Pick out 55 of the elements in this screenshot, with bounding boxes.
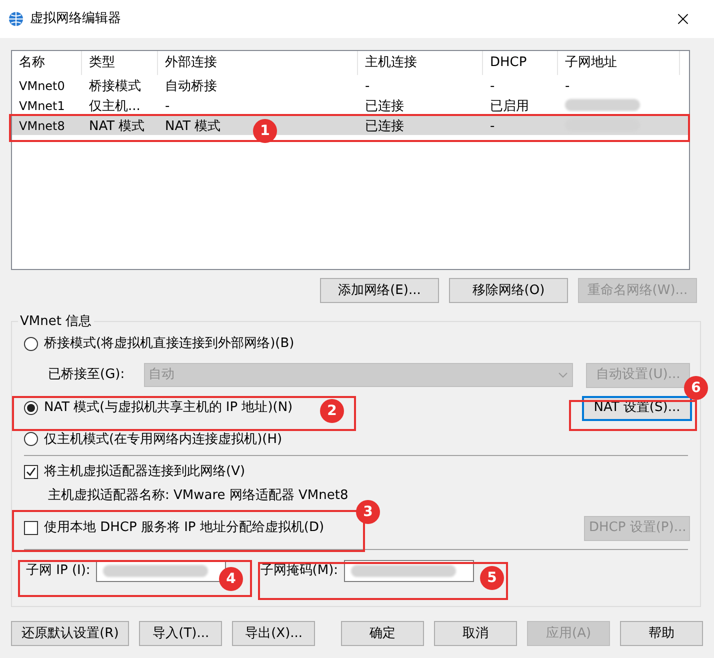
column-header[interactable]: 外部连接 (158, 51, 358, 75)
step-number: 4 (219, 567, 243, 591)
adapter-name-text: 主机虚拟适配器名称: VMware 网络适配器 VMnet8 (48, 488, 348, 502)
table-cell: 已连接 (365, 119, 404, 134)
table-cell: 仅主机... (89, 99, 140, 114)
step-number: 6 (684, 376, 708, 400)
checkbox[interactable] (24, 521, 38, 535)
table-cell: 已启用 (490, 99, 529, 114)
table-cell: - (490, 119, 495, 134)
dialog-button[interactable]: 取消 (434, 621, 518, 646)
dialog-button[interactable]: 确定 (341, 621, 424, 646)
dialog-button[interactable]: 导入(T)... (139, 621, 222, 646)
table-row[interactable]: VMnet0 桥接模式 自动桥接 - - - (12, 75, 689, 95)
table-cell: VMnet0 (19, 79, 65, 93)
table-row[interactable]: VMnet1 仅主机... - 已连接 已启用 (12, 95, 689, 115)
column-header[interactable]: 名称 (12, 51, 82, 75)
checkbox-label: 将主机虚拟适配器连接到此网络(V) (44, 463, 246, 481)
radio-button[interactable] (24, 401, 38, 415)
dialog-button[interactable]: 添加网络(E)... (320, 278, 439, 303)
table-cell: NAT 模式 (165, 119, 221, 134)
column-header[interactable]: 类型 (82, 51, 158, 75)
window-title: 虚拟网络编辑器 (30, 10, 121, 28)
bridge-label: 已桥接至(G): (48, 366, 126, 384)
step-number: 2 (320, 399, 344, 423)
table-cell: VMnet8 (19, 119, 65, 133)
table-cell: 已连接 (365, 99, 404, 114)
column-header[interactable]: DHCP (483, 51, 558, 75)
dialog-button[interactable]: 移除网络(O) (449, 278, 568, 303)
table-cell: - (365, 79, 370, 94)
chevron-down-icon (558, 372, 568, 378)
dialog-button[interactable]: 导出(X)... (232, 621, 316, 646)
table-cell: VMnet1 (19, 99, 65, 113)
table-cell: 自动桥接 (165, 79, 217, 94)
radio-button[interactable] (24, 336, 38, 351)
radio-button[interactable] (24, 432, 38, 446)
radio-label: 仅主机模式(在专用网络内连接虚拟机)(H) (44, 430, 282, 448)
step-number: 5 (480, 566, 504, 590)
radio-label: NAT 模式(与虚拟机共享主机的 IP 地址)(N) (44, 399, 293, 418)
column-header[interactable]: 子网地址 (558, 51, 680, 75)
table-cell: NAT 模式 (89, 119, 145, 134)
subnet-ip-label: 子网 IP (I): (26, 562, 90, 580)
dialog-button[interactable]: 帮助 (620, 621, 703, 646)
step-number: 3 (356, 500, 380, 524)
checkbox-label: 使用本地 DHCP 服务将 IP 地址分配给虚拟机(D) (44, 519, 324, 538)
table-cell: - (165, 99, 170, 114)
column-header[interactable]: 主机连接 (358, 51, 483, 75)
table-cell: - (490, 79, 495, 94)
table-cell: - (565, 79, 570, 94)
globe-icon (8, 11, 24, 27)
subnet-mask-label: 子网掩码(M): (260, 562, 338, 580)
radio-label: 桥接模式(将虚拟机直接连接到外部网络)(B) (44, 335, 294, 353)
dialog-button[interactable]: 还原默认设置(R) (11, 621, 130, 646)
checkbox[interactable] (24, 464, 38, 479)
subnet-mask-field[interactable] (344, 560, 474, 582)
table-cell: 桥接模式 (89, 79, 141, 94)
